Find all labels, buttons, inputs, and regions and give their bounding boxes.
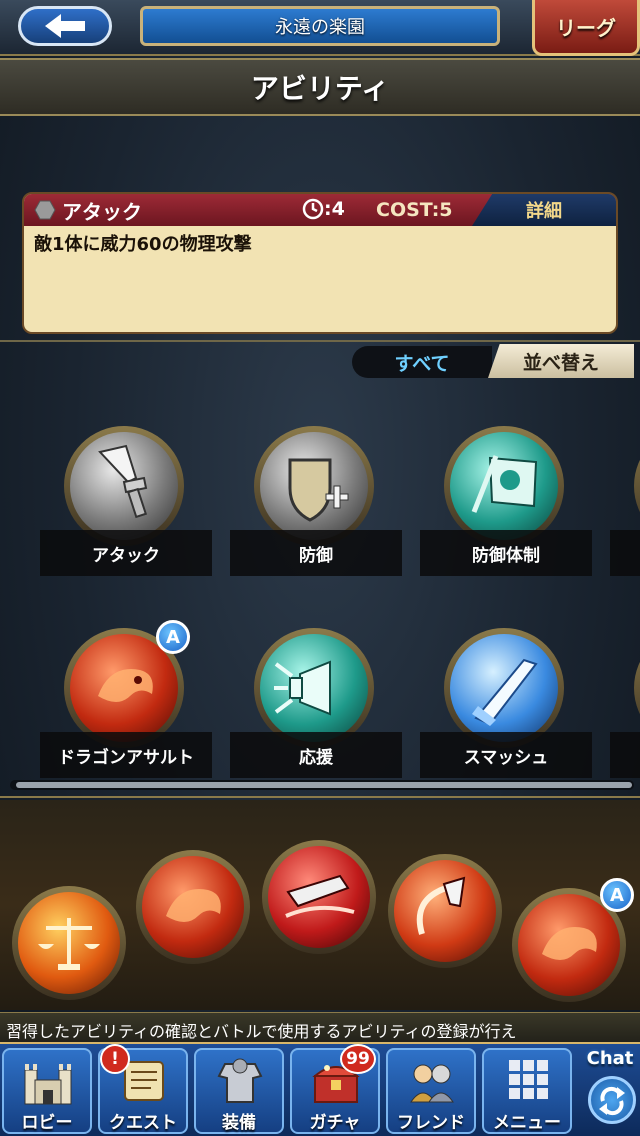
ability-item-attack[interactable]: アタック [40,400,212,580]
tab-all-label: すべて [394,352,450,375]
chat-icon [588,1076,636,1124]
equipped-acquired-badge: A [600,878,634,912]
blade-slash-icon [285,874,355,918]
ability-grid: アタック 防御 防御体制 A ドラゴンアサルト 応援 スマッシュ [0,400,640,780]
acquired-badge: A [156,620,190,654]
back-arrow-icon [45,14,85,38]
dragon-icon [166,889,221,922]
acquired-badge-label: A [166,626,180,648]
ability-item-dragon-assault[interactable]: A ドラゴンアサルト [40,602,212,780]
ability-label: スマッシュ [420,732,592,778]
slash-arc-icon [416,876,466,935]
gacha-count-label: 99 [346,1049,370,1069]
ability-name: アタック [62,199,142,224]
sword-icon [98,444,148,519]
ability-orb [634,426,640,546]
scales-icon [38,918,100,970]
location-label: 永遠の楽園 [275,17,365,38]
nav-gacha[interactable]: 99 ガチャ [290,1044,380,1134]
back-button[interactable] [18,6,112,46]
ability-item-defense[interactable]: 防御 [230,400,402,580]
equipped-badge-label: A [610,884,624,906]
megaphone-icon [274,660,331,716]
ability-orb [444,628,564,748]
ability-orb [64,426,184,546]
section-divider [0,796,640,798]
nav-quest-label: クエスト [109,1113,177,1133]
help-text: 習得したアビリティの確認とバトルで使用するアビリティの登録が行え [0,1012,640,1042]
ability-orb [634,628,640,748]
nav-quest[interactable]: ! クエスト [98,1044,188,1134]
league-label: リーグ [556,16,616,40]
nav-lobby[interactable]: ロビー [2,1048,92,1134]
nav-lobby-label: ロビー [21,1113,73,1133]
nav-menu[interactable]: メニュー [482,1048,572,1134]
bottom-nav: ロビー ! クエスト 装備 99 ガチャ フレンド メニュー [0,1042,640,1136]
quest-alert-label: ! [111,1049,119,1069]
ability-orb [254,426,374,546]
shield-plus-icon [288,458,349,522]
flag-mask-icon [471,455,538,513]
equipped-slot-1[interactable] [12,886,126,1000]
quest-alert-badge: ! [100,1044,130,1074]
ability-label: ソ [610,530,640,576]
hexagon-icon [34,200,56,220]
cooldown-value: :4 [324,198,345,220]
clock-icon [302,198,324,220]
ability-orb [254,628,374,748]
equipped-abilities: A [0,800,640,1010]
ability-item-partial[interactable]: ソ [610,400,640,580]
scrollbar-thumb[interactable] [16,782,632,788]
ability-item-defense-stance[interactable]: 防御体制 [420,400,592,580]
nav-gacha-label: ガチャ [309,1113,361,1133]
ability-label: 防御体制 [420,530,592,576]
ability-detail-card: アタック :4 COST:5 詳細 敵1体に威力60の物理攻撃 [22,192,618,334]
refresh-icon [599,1086,625,1116]
ability-label: 防御 [230,530,402,576]
ability-cost: COST:5 [376,199,453,221]
nav-friend-label: フレンド [397,1113,465,1133]
armor-icon [217,1058,263,1103]
cooldown: :4 [302,198,372,220]
sort-button-label: 並べ替え [522,351,599,374]
nav-menu-label: メニュー [493,1113,561,1133]
blade-icon [472,658,538,726]
league-button[interactable]: リーグ [532,0,640,56]
gacha-count-badge: 99 [340,1044,376,1074]
sort-button[interactable]: 並べ替え [488,344,634,378]
ability-item-cheer[interactable]: 応援 [230,602,402,780]
top-bar: 永遠の楽園 リーグ [0,0,640,56]
ability-orb [444,426,564,546]
chat-label: Chat [586,1048,634,1069]
friends-icon [410,1064,454,1103]
castle-icon [24,1064,72,1105]
detail-button[interactable]: 詳細 [472,194,616,226]
tab-divider [0,340,640,342]
ability-detail-header: アタック :4 COST:5 詳細 [24,194,616,226]
ability-description: 敵1体に威力60の物理攻撃 [34,234,252,255]
equipped-slot-4[interactable] [388,854,502,968]
nav-equip[interactable]: 装備 [194,1048,284,1134]
location-title: 永遠の楽園 [140,6,500,46]
page-header: アビリティ [0,58,640,116]
tab-all[interactable]: すべて [352,346,492,378]
ability-label: 応援 [230,732,402,778]
dragon-icon [542,927,597,960]
page-title: アビリティ [250,72,390,105]
nav-friend[interactable]: フレンド [386,1048,476,1134]
ability-label: ドラゴンアサルト [40,732,212,778]
nav-equip-label: 装備 [222,1113,256,1133]
ability-label-partial [610,732,640,778]
ability-label: アタック [40,530,212,576]
detail-button-label: 詳細 [526,201,562,222]
chat-button[interactable]: Chat [582,1046,638,1132]
grid-menu-icon [509,1060,548,1099]
equipped-slot-2[interactable] [136,850,250,964]
equipped-slot-3[interactable] [262,840,376,954]
ability-item-smash[interactable]: スマッシュ [420,602,592,780]
ability-item-partial-2[interactable] [610,602,640,780]
